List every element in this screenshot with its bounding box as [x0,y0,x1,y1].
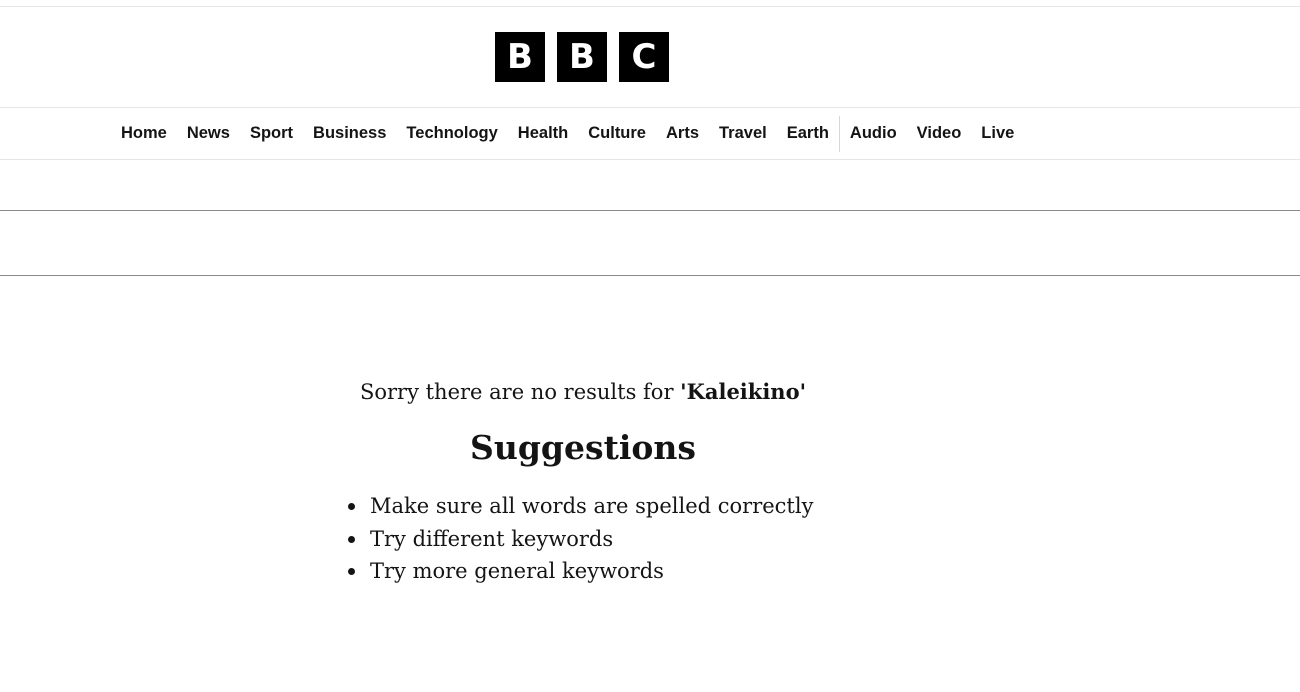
nav-item-home[interactable]: Home [111,108,177,159]
suggestion-item: Try more general keywords [347,555,813,588]
nav-item-travel[interactable]: Travel [709,108,777,159]
suggestions-heading: Suggestions [470,428,696,467]
logo-letter-b1: B [495,32,545,82]
logo-letter-b2: B [557,32,607,82]
nav-item-technology[interactable]: Technology [396,108,507,159]
no-results-message: Sorry there are no results for 'Kaleikin… [0,379,1166,404]
search-query: 'Kaleikino' [680,379,807,404]
nav-item-culture[interactable]: Culture [578,108,656,159]
top-divider [0,6,1300,7]
suggestion-item: Try different keywords [347,523,813,556]
nav-item-earth[interactable]: Earth [777,108,839,159]
nav-item-business[interactable]: Business [303,108,396,159]
nav-list: Home News Sport Business Technology Heal… [111,108,1024,159]
nav-item-sport[interactable]: Sport [240,108,303,159]
suggestion-item: Make sure all words are spelled correctl… [347,490,813,523]
nav-item-health[interactable]: Health [508,108,578,159]
search-band [0,210,1300,276]
nav-item-live[interactable]: Live [971,108,1024,159]
logo-letter-c: C [619,32,669,82]
nav-item-arts[interactable]: Arts [656,108,709,159]
nav-item-news[interactable]: News [177,108,240,159]
bbc-logo[interactable]: B B C [495,32,669,82]
nav-item-audio[interactable]: Audio [840,108,907,159]
nav-item-video[interactable]: Video [907,108,972,159]
main-navigation: Home News Sport Business Technology Heal… [0,107,1300,160]
suggestions-list: Make sure all words are spelled correctl… [347,490,813,588]
no-results-prefix: Sorry there are no results for [359,380,681,404]
